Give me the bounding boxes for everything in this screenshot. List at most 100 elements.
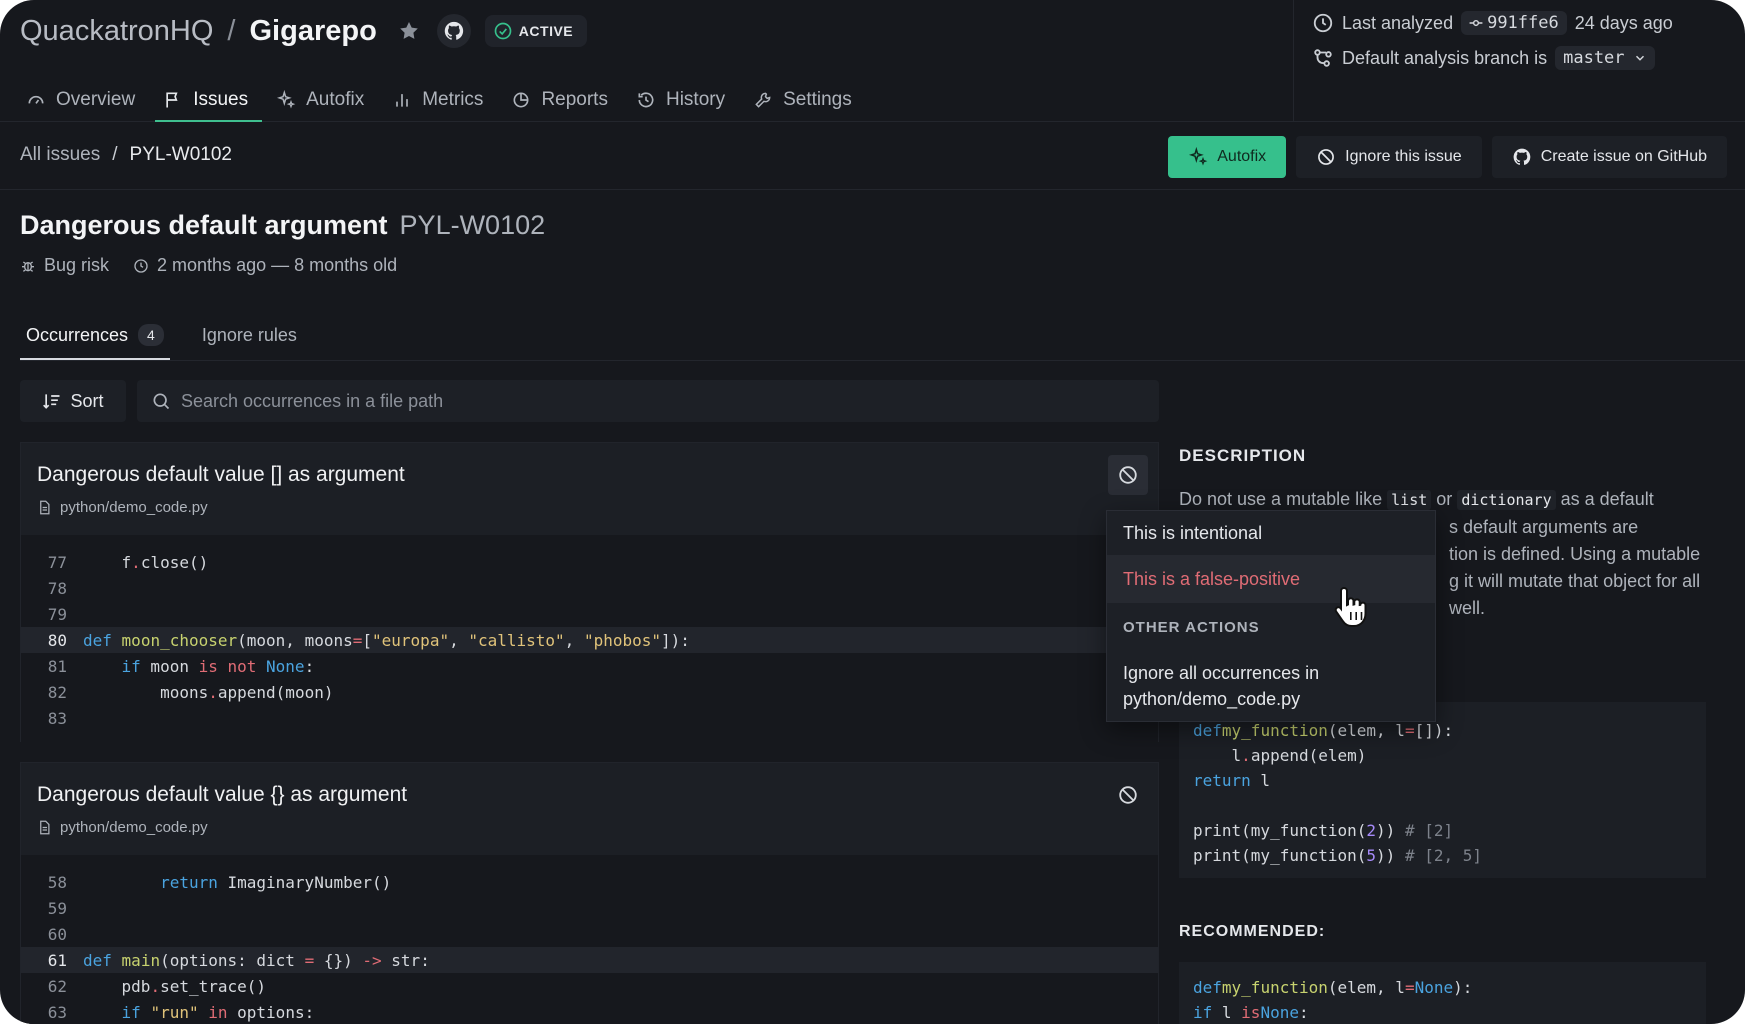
analysis-info: Last analyzed 991ffe6 24 days ago Defaul… bbox=[1293, 0, 1745, 122]
tab-autofix[interactable]: Autofix bbox=[262, 78, 378, 122]
occurrence-file-path[interactable]: python/demo_code.py bbox=[60, 819, 208, 836]
line-number: 78 bbox=[47, 578, 67, 598]
ignore-occurrence-button[interactable] bbox=[1108, 775, 1148, 815]
status-badge-label: ACTIVE bbox=[518, 23, 574, 39]
occurrence-title[interactable]: Dangerous default value [] as argument bbox=[37, 463, 405, 487]
search-input[interactable] bbox=[181, 390, 1081, 412]
tab-overview[interactable]: Overview bbox=[22, 78, 149, 122]
tab-ignore-rules[interactable]: Ignore rules bbox=[196, 310, 303, 360]
star-icon[interactable] bbox=[397, 19, 421, 43]
occurrence-header: Dangerous default value [] as argument p… bbox=[21, 443, 1158, 535]
commit-icon bbox=[1469, 19, 1483, 27]
tab-occurrences[interactable]: Occurrences 4 bbox=[20, 310, 170, 360]
occurrence-title[interactable]: Dangerous default value {} as argument bbox=[37, 783, 407, 807]
issue-title-text: Dangerous default argument bbox=[20, 210, 388, 240]
ignore-occurrence-button[interactable] bbox=[1108, 455, 1148, 495]
description-text-part: Do not use a mutable like bbox=[1179, 489, 1383, 509]
line-number: 80 bbox=[47, 630, 67, 650]
repo-title: QuackatronHQ / Gigarepo ACTIVE bbox=[20, 14, 588, 48]
commit-chip[interactable]: 991ffe6 bbox=[1461, 11, 1567, 35]
tab-ignore-rules-label: Ignore rules bbox=[201, 324, 297, 345]
file-icon bbox=[40, 500, 50, 515]
recommended-heading: RECOMMENDED: bbox=[1179, 923, 1326, 940]
autofix-button[interactable]: Autofix bbox=[1168, 136, 1287, 178]
inline-code: dictionary bbox=[1457, 490, 1556, 510]
menu-item-intentional[interactable]: This is intentional bbox=[1107, 511, 1435, 555]
tab-metrics[interactable]: Metrics bbox=[378, 78, 497, 122]
issue-actions: Autofix Ignore this issue Create issue o… bbox=[1168, 136, 1727, 178]
app-window: QuackatronHQ / Gigarepo ACTIVE Overview … bbox=[0, 0, 1745, 1024]
code-snippet: 58 return ImaginaryNumber() 59 60 61 def … bbox=[21, 855, 1158, 1024]
tab-history-label: History bbox=[665, 89, 726, 110]
repo-owner-link[interactable]: QuackatronHQ bbox=[20, 15, 213, 48]
repo-name[interactable]: Gigarepo bbox=[249, 15, 376, 48]
repo-nav: Overview Issues Autofix Metrics Reports … bbox=[22, 78, 866, 122]
last-analyzed-row: Last analyzed 991ffe6 24 days ago bbox=[1312, 11, 1673, 35]
tab-autofix-label: Autofix bbox=[306, 89, 365, 110]
last-analyzed-ago: 24 days ago bbox=[1574, 12, 1673, 33]
repo-separator: / bbox=[227, 14, 236, 47]
tab-issues[interactable]: Issues bbox=[149, 78, 263, 122]
breadcrumb-bar: All issues / PYL-W0102 Autofix Ignore th… bbox=[0, 122, 1745, 190]
line-number: 77 bbox=[47, 552, 67, 572]
menu-item-false-positive[interactable]: This is a false-positive bbox=[1107, 555, 1435, 603]
code-line: 62 pdb.set_trace() bbox=[21, 973, 1158, 999]
tab-metrics-label: Metrics bbox=[422, 89, 484, 110]
code-line-highlighted: 80 def moon_chooser(moon, moons=["europa"… bbox=[21, 627, 1158, 653]
tab-reports-label: Reports bbox=[541, 89, 608, 110]
code-line: print(my_function(2)) # [2] bbox=[1193, 821, 1454, 840]
code-line-highlighted: 61 def main(options: dict = {}) -> str: bbox=[21, 947, 1158, 973]
ban-icon bbox=[1119, 786, 1137, 804]
recommended-code-block: def my_function (elem, l = None): if l is N… bbox=[1179, 962, 1706, 1024]
line-number: 58 bbox=[47, 872, 67, 892]
ban-icon bbox=[1119, 466, 1137, 484]
code-snippet: 77 f.close() 78 79 80 def moon_chooser(mo… bbox=[21, 535, 1158, 745]
github-link[interactable] bbox=[436, 14, 471, 48]
branch-select[interactable]: master bbox=[1555, 46, 1655, 70]
code-line: def my_function (elem, l = None): bbox=[1193, 978, 1473, 997]
code-line: 77 f.close() bbox=[21, 549, 1158, 575]
tab-settings[interactable]: Settings bbox=[739, 78, 866, 122]
clock-icon bbox=[1313, 13, 1333, 33]
line-number: 79 bbox=[47, 604, 67, 624]
tab-reports[interactable]: Reports bbox=[497, 78, 622, 122]
occurrence-file: python/demo_code.py bbox=[37, 499, 208, 516]
file-icon bbox=[40, 820, 50, 835]
check-circle-icon bbox=[494, 22, 512, 40]
issue-category-label: Bug risk bbox=[44, 255, 110, 275]
github-icon bbox=[444, 21, 463, 40]
code-line: return l bbox=[1193, 771, 1271, 790]
issue-meta: Bug risk 2 months ago — 8 months old bbox=[20, 255, 397, 276]
create-github-issue-button[interactable]: Create issue on GitHub bbox=[1491, 136, 1727, 178]
search-icon bbox=[153, 393, 170, 410]
line-number: 60 bbox=[47, 924, 67, 944]
code-line: 58 return ImaginaryNumber() bbox=[21, 869, 1158, 895]
code-line: 63 if "run" in options: bbox=[21, 999, 1158, 1024]
occurrence-card: Dangerous default value [] as argument p… bbox=[20, 442, 1159, 745]
ignore-issue-button-label: Ignore this issue bbox=[1345, 148, 1462, 165]
tab-issues-label: Issues bbox=[193, 89, 249, 110]
code-line: 81 if moon is not None: bbox=[21, 653, 1158, 679]
code-line: l. append(elem) bbox=[1193, 746, 1367, 765]
sort-button[interactable]: Sort bbox=[20, 380, 126, 422]
menu-item-ignore-all[interactable]: Ignore all occurrences in python/demo_co… bbox=[1107, 651, 1435, 721]
branch-name: master bbox=[1563, 48, 1625, 68]
occurrence-file-path[interactable]: python/demo_code.py bbox=[60, 499, 208, 516]
occurrences-count-badge: 4 bbox=[138, 324, 164, 346]
sort-icon bbox=[43, 394, 60, 409]
branch-icon bbox=[1314, 49, 1332, 67]
occurrence-card: Dangerous default value {} as argument p… bbox=[20, 762, 1159, 1024]
code-line: 82 moons.append(moon) bbox=[21, 679, 1158, 705]
breadcrumb-all-issues[interactable]: All issues bbox=[20, 144, 100, 166]
code-line: if l is None: bbox=[1193, 1003, 1309, 1022]
line-number: 62 bbox=[47, 976, 67, 996]
breadcrumb-separator: / bbox=[112, 144, 118, 165]
tab-history[interactable]: History bbox=[622, 78, 739, 122]
tab-occurrences-label: Occurrences bbox=[26, 324, 129, 345]
ignore-issue-button[interactable]: Ignore this issue bbox=[1296, 136, 1482, 178]
gauge-icon bbox=[28, 95, 44, 104]
line-number: 61 bbox=[47, 950, 67, 970]
last-analyzed-label: Last analyzed bbox=[1342, 12, 1454, 33]
default-branch-row: Default analysis branch is master bbox=[1312, 46, 1655, 70]
issue-tabs: Occurrences 4 Ignore rules bbox=[20, 310, 303, 360]
